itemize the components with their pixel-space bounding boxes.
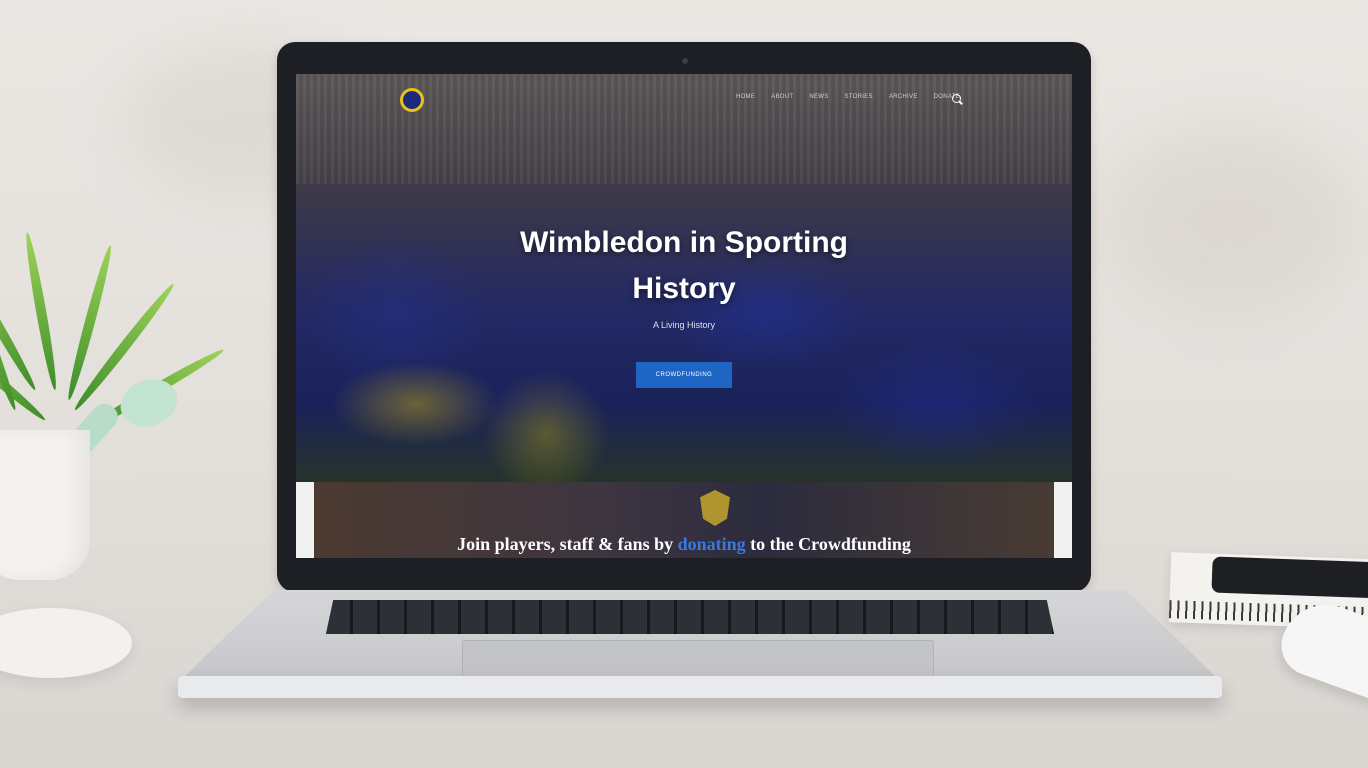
laptop-screen: HOME ABOUT NEWS STORIES ARCHIVE DONATE W…: [296, 74, 1072, 558]
hero-subtitle: A Living History: [652, 320, 716, 330]
laptop-front-edge: [178, 676, 1222, 698]
saucer: [0, 608, 132, 678]
nav-about[interactable]: ABOUT: [771, 94, 793, 100]
banner-text-after: to the Crowdfunding: [745, 534, 911, 554]
hero-title-line2: History: [632, 272, 736, 305]
nav-stories[interactable]: STORIES: [845, 94, 873, 100]
nav-home[interactable]: HOME: [736, 94, 755, 100]
nav-news[interactable]: NEWS: [809, 94, 828, 100]
search-icon[interactable]: [952, 94, 961, 103]
banner-text: Join players, staff & fans by donating t…: [296, 534, 1072, 555]
trackpad: [462, 640, 934, 678]
banner-text-before: Join players, staff & fans by: [457, 534, 678, 554]
hero-section: HOME ABOUT NEWS STORIES ARCHIVE DONATE W…: [296, 74, 1072, 486]
club-crest-icon[interactable]: [400, 88, 424, 112]
nav-archive[interactable]: ARCHIVE: [889, 94, 918, 100]
hero-title-line1: Wimbledon in Sporting: [519, 226, 849, 259]
donate-banner: Join players, staff & fans by donating t…: [296, 482, 1072, 558]
smartphone: [1211, 556, 1368, 600]
wall-texture: [1100, 120, 1360, 320]
crowdfunding-button[interactable]: CROWDFUNDING: [636, 362, 732, 388]
plant-pot: [0, 430, 90, 580]
hero-title: Wimbledon in Sporting History: [296, 220, 1072, 312]
donate-link[interactable]: donating: [678, 534, 746, 554]
webcam-icon: [682, 58, 688, 64]
desk-scene: { "site": { "nav": ["HOME", "ABOUT", "NE…: [0, 0, 1368, 768]
keyboard: [326, 600, 1054, 634]
main-nav: HOME ABOUT NEWS STORIES ARCHIVE DONATE: [736, 94, 960, 100]
badge-icon: [700, 490, 730, 526]
